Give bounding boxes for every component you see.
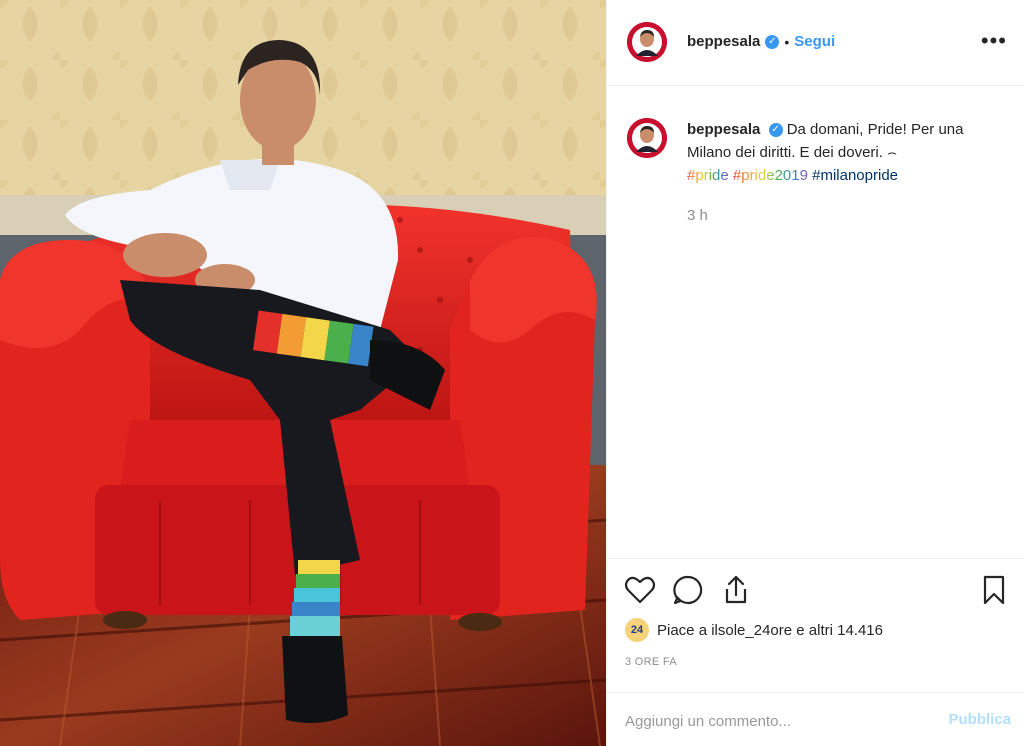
likes-summary[interactable]: 24 Piace a ilsole_24ore e altri 14.416: [625, 618, 883, 642]
comment-icon[interactable]: [671, 573, 705, 607]
post-sidebar: beppesala ✓ • Segui ••• beppesala ✓ Da d…: [606, 0, 1024, 746]
share-icon[interactable]: [719, 573, 753, 607]
author-avatar[interactable]: [627, 22, 667, 62]
post-photo[interactable]: [0, 0, 606, 746]
caption-timestamp[interactable]: 3 h: [687, 207, 708, 224]
post-date[interactable]: 3 ORE FA: [625, 656, 677, 668]
post-caption: beppesala ✓ Da domani, Pride! Per una Mi…: [687, 118, 997, 187]
author-username[interactable]: beppesala: [687, 33, 760, 50]
separator-dot: •: [784, 33, 790, 50]
rainbow-emoji: ⌢: [887, 144, 897, 161]
more-dots-icon[interactable]: •••: [981, 30, 1007, 52]
publish-button[interactable]: Pubblica: [948, 711, 1011, 728]
instagram-post: beppesala ✓ • Segui ••• beppesala ✓ Da d…: [0, 0, 1024, 746]
photo-illustration: [0, 0, 606, 746]
hashtag-pride2019[interactable]: #pride2019: [733, 167, 808, 184]
action-bar: [607, 558, 1024, 618]
comment-box: Pubblica: [607, 692, 1024, 746]
avatar-portrait: [627, 22, 667, 62]
liker-avatar[interactable]: 24: [625, 618, 649, 642]
hashtag-milanopride[interactable]: #milanopride: [812, 167, 898, 184]
verified-badge-icon: ✓: [765, 34, 780, 49]
avatar-portrait: [627, 118, 667, 158]
hashtag-pride[interactable]: #pride: [687, 167, 729, 184]
heart-icon[interactable]: [623, 573, 657, 607]
verified-badge-icon: ✓: [768, 123, 783, 138]
caption-username[interactable]: beppesala: [687, 121, 760, 138]
post-header: beppesala ✓ • Segui •••: [607, 0, 1024, 86]
likes-text[interactable]: Piace a ilsole_24ore e altri 14.416: [657, 622, 883, 639]
comment-input[interactable]: [623, 705, 927, 737]
caption-author-avatar[interactable]: [627, 118, 667, 158]
header-user-line: beppesala ✓ • Segui: [687, 33, 835, 50]
bookmark-icon[interactable]: [977, 573, 1011, 607]
follow-button[interactable]: Segui: [794, 33, 835, 50]
